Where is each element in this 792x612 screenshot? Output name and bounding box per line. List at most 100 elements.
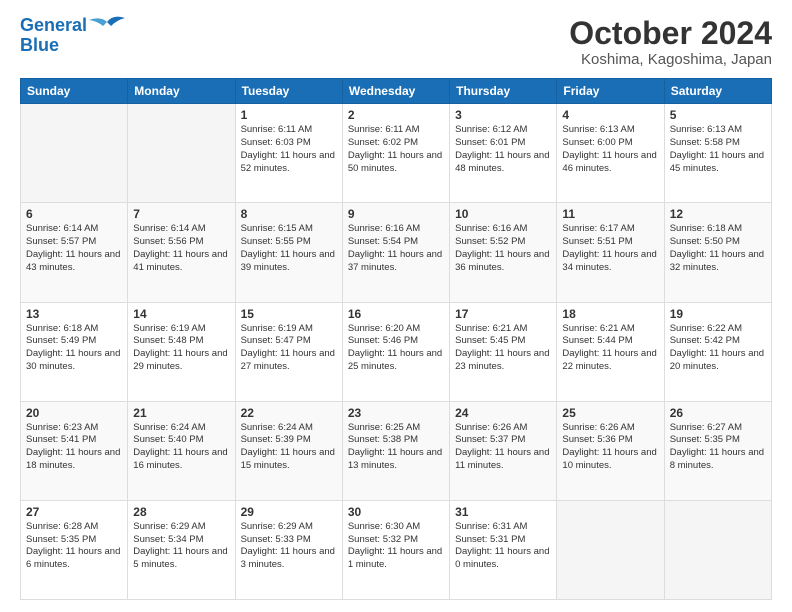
- calendar-cell: 21 Sunrise: 6:24 AM Sunset: 5:40 PM Dayli…: [128, 401, 235, 500]
- day-info: Sunrise: 6:30 AM Sunset: 5:32 PM Dayligh…: [348, 521, 444, 572]
- calendar-cell: 23 Sunrise: 6:25 AM Sunset: 5:38 PM Dayli…: [342, 401, 449, 500]
- calendar-cell: 5 Sunrise: 6:13 AM Sunset: 5:58 PM Daylig…: [664, 104, 771, 203]
- calendar-cell: [557, 500, 664, 599]
- col-saturday: Saturday: [664, 79, 771, 104]
- day-info: Sunrise: 6:31 AM Sunset: 5:31 PM Dayligh…: [455, 521, 551, 572]
- day-info: Sunrise: 6:13 AM Sunset: 5:58 PM Dayligh…: [670, 124, 766, 175]
- day-number: 31: [455, 505, 551, 519]
- day-info: Sunrise: 6:16 AM Sunset: 5:54 PM Dayligh…: [348, 223, 444, 274]
- day-info: Sunrise: 6:21 AM Sunset: 5:45 PM Dayligh…: [455, 323, 551, 374]
- calendar-cell: 20 Sunrise: 6:23 AM Sunset: 5:41 PM Dayli…: [21, 401, 128, 500]
- calendar-cell: 31 Sunrise: 6:31 AM Sunset: 5:31 PM Dayli…: [450, 500, 557, 599]
- day-number: 16: [348, 307, 444, 321]
- logo: General Blue: [20, 16, 125, 56]
- calendar-cell: 28Sunrise: 6:29 AM Sunset: 5:34 PM Dayli…: [128, 500, 235, 599]
- calendar-cell: 13 Sunrise: 6:18 AM Sunset: 5:49 PM Dayli…: [21, 302, 128, 401]
- day-info: Sunrise: 6:24 AM Sunset: 5:40 PM Dayligh…: [133, 422, 229, 473]
- col-thursday: Thursday: [450, 79, 557, 104]
- calendar-cell: [664, 500, 771, 599]
- day-number: 13: [26, 307, 122, 321]
- calendar-table: Sunday Monday Tuesday Wednesday Thursday…: [20, 78, 772, 600]
- col-tuesday: Tuesday: [235, 79, 342, 104]
- col-friday: Friday: [557, 79, 664, 104]
- day-info: Sunrise: 6:28 AM Sunset: 5:35 PM Dayligh…: [26, 521, 122, 572]
- day-info: Sunrise: 6:16 AM Sunset: 5:52 PM Dayligh…: [455, 223, 551, 274]
- calendar-cell: 8Sunrise: 6:15 AM Sunset: 5:55 PM Daylig…: [235, 203, 342, 302]
- month-title: October 2024: [569, 16, 772, 51]
- day-info: Sunrise: 6:27 AM Sunset: 5:35 PM Dayligh…: [670, 422, 766, 473]
- day-number: 5: [670, 108, 766, 122]
- day-info: Sunrise: 6:18 AM Sunset: 5:49 PM Dayligh…: [26, 323, 122, 374]
- calendar-cell: 26 Sunrise: 6:27 AM Sunset: 5:35 PM Dayli…: [664, 401, 771, 500]
- calendar-cell: 1 Sunrise: 6:11 AM Sunset: 6:03 PM Daylig…: [235, 104, 342, 203]
- calendar-cell: 2 Sunrise: 6:11 AM Sunset: 6:02 PM Daylig…: [342, 104, 449, 203]
- calendar-cell: 16 Sunrise: 6:20 AM Sunset: 5:46 PM Dayli…: [342, 302, 449, 401]
- calendar-cell: 29 Sunrise: 6:29 AM Sunset: 5:33 PM Dayli…: [235, 500, 342, 599]
- day-info: Sunrise: 6:22 AM Sunset: 5:42 PM Dayligh…: [670, 323, 766, 374]
- day-number: 4: [562, 108, 658, 122]
- calendar-week-row: 6Sunrise: 6:14 AM Sunset: 5:57 PM Daylig…: [21, 203, 772, 302]
- calendar-cell: 27 Sunrise: 6:28 AM Sunset: 5:35 PM Dayli…: [21, 500, 128, 599]
- logo-text: General Blue: [20, 16, 87, 56]
- day-number: 17: [455, 307, 551, 321]
- day-number: 14: [133, 307, 229, 321]
- calendar-cell: 7Sunrise: 6:14 AM Sunset: 5:56 PM Daylig…: [128, 203, 235, 302]
- logo-bird-icon: [89, 14, 125, 38]
- day-info: Sunrise: 6:11 AM Sunset: 6:03 PM Dayligh…: [241, 124, 337, 175]
- calendar-header-row: Sunday Monday Tuesday Wednesday Thursday…: [21, 79, 772, 104]
- day-info: Sunrise: 6:20 AM Sunset: 5:46 PM Dayligh…: [348, 323, 444, 374]
- calendar-cell: 6Sunrise: 6:14 AM Sunset: 5:57 PM Daylig…: [21, 203, 128, 302]
- day-info: Sunrise: 6:29 AM Sunset: 5:34 PM Dayligh…: [133, 521, 229, 572]
- day-number: 24: [455, 406, 551, 420]
- calendar-cell: [21, 104, 128, 203]
- calendar-cell: 25 Sunrise: 6:26 AM Sunset: 5:36 PM Dayli…: [557, 401, 664, 500]
- day-number: 3: [455, 108, 551, 122]
- calendar-week-row: 27 Sunrise: 6:28 AM Sunset: 5:35 PM Dayli…: [21, 500, 772, 599]
- day-number: 23: [348, 406, 444, 420]
- day-number: 10: [455, 207, 551, 221]
- title-block: October 2024 Koshima, Kagoshima, Japan: [569, 16, 772, 68]
- day-number: 29: [241, 505, 337, 519]
- day-number: 20: [26, 406, 122, 420]
- day-info: Sunrise: 6:14 AM Sunset: 5:56 PM Dayligh…: [133, 223, 229, 274]
- day-info: Sunrise: 6:23 AM Sunset: 5:41 PM Dayligh…: [26, 422, 122, 473]
- day-info: Sunrise: 6:18 AM Sunset: 5:50 PM Dayligh…: [670, 223, 766, 274]
- calendar-cell: 3 Sunrise: 6:12 AM Sunset: 6:01 PM Daylig…: [450, 104, 557, 203]
- calendar-cell: 12Sunrise: 6:18 AM Sunset: 5:50 PM Dayli…: [664, 203, 771, 302]
- day-number: 22: [241, 406, 337, 420]
- calendar-cell: 4 Sunrise: 6:13 AM Sunset: 6:00 PM Daylig…: [557, 104, 664, 203]
- day-number: 18: [562, 307, 658, 321]
- day-info: Sunrise: 6:11 AM Sunset: 6:02 PM Dayligh…: [348, 124, 444, 175]
- day-info: Sunrise: 6:12 AM Sunset: 6:01 PM Dayligh…: [455, 124, 551, 175]
- day-number: 15: [241, 307, 337, 321]
- location: Koshima, Kagoshima, Japan: [569, 51, 772, 68]
- day-number: 25: [562, 406, 658, 420]
- day-info: Sunrise: 6:13 AM Sunset: 6:00 PM Dayligh…: [562, 124, 658, 175]
- col-wednesday: Wednesday: [342, 79, 449, 104]
- day-number: 26: [670, 406, 766, 420]
- day-info: Sunrise: 6:29 AM Sunset: 5:33 PM Dayligh…: [241, 521, 337, 572]
- day-number: 2: [348, 108, 444, 122]
- header: General Blue October 2024 Koshima, Kagos…: [20, 16, 772, 68]
- day-number: 11: [562, 207, 658, 221]
- day-info: Sunrise: 6:19 AM Sunset: 5:47 PM Dayligh…: [241, 323, 337, 374]
- calendar-cell: 22 Sunrise: 6:24 AM Sunset: 5:39 PM Dayli…: [235, 401, 342, 500]
- day-number: 19: [670, 307, 766, 321]
- day-number: 1: [241, 108, 337, 122]
- day-number: 21: [133, 406, 229, 420]
- calendar-cell: 18 Sunrise: 6:21 AM Sunset: 5:44 PM Dayli…: [557, 302, 664, 401]
- page: General Blue October 2024 Koshima, Kagos…: [0, 0, 792, 612]
- calendar-week-row: 20 Sunrise: 6:23 AM Sunset: 5:41 PM Dayli…: [21, 401, 772, 500]
- calendar-cell: 9Sunrise: 6:16 AM Sunset: 5:54 PM Daylig…: [342, 203, 449, 302]
- calendar-cell: 19 Sunrise: 6:22 AM Sunset: 5:42 PM Dayli…: [664, 302, 771, 401]
- day-info: Sunrise: 6:19 AM Sunset: 5:48 PM Dayligh…: [133, 323, 229, 374]
- day-info: Sunrise: 6:21 AM Sunset: 5:44 PM Dayligh…: [562, 323, 658, 374]
- calendar-cell: 10 Sunrise: 6:16 AM Sunset: 5:52 PM Dayli…: [450, 203, 557, 302]
- day-info: Sunrise: 6:24 AM Sunset: 5:39 PM Dayligh…: [241, 422, 337, 473]
- calendar-cell: 24Sunrise: 6:26 AM Sunset: 5:37 PM Dayli…: [450, 401, 557, 500]
- day-info: Sunrise: 6:26 AM Sunset: 5:36 PM Dayligh…: [562, 422, 658, 473]
- day-info: Sunrise: 6:25 AM Sunset: 5:38 PM Dayligh…: [348, 422, 444, 473]
- col-monday: Monday: [128, 79, 235, 104]
- day-number: 27: [26, 505, 122, 519]
- day-info: Sunrise: 6:17 AM Sunset: 5:51 PM Dayligh…: [562, 223, 658, 274]
